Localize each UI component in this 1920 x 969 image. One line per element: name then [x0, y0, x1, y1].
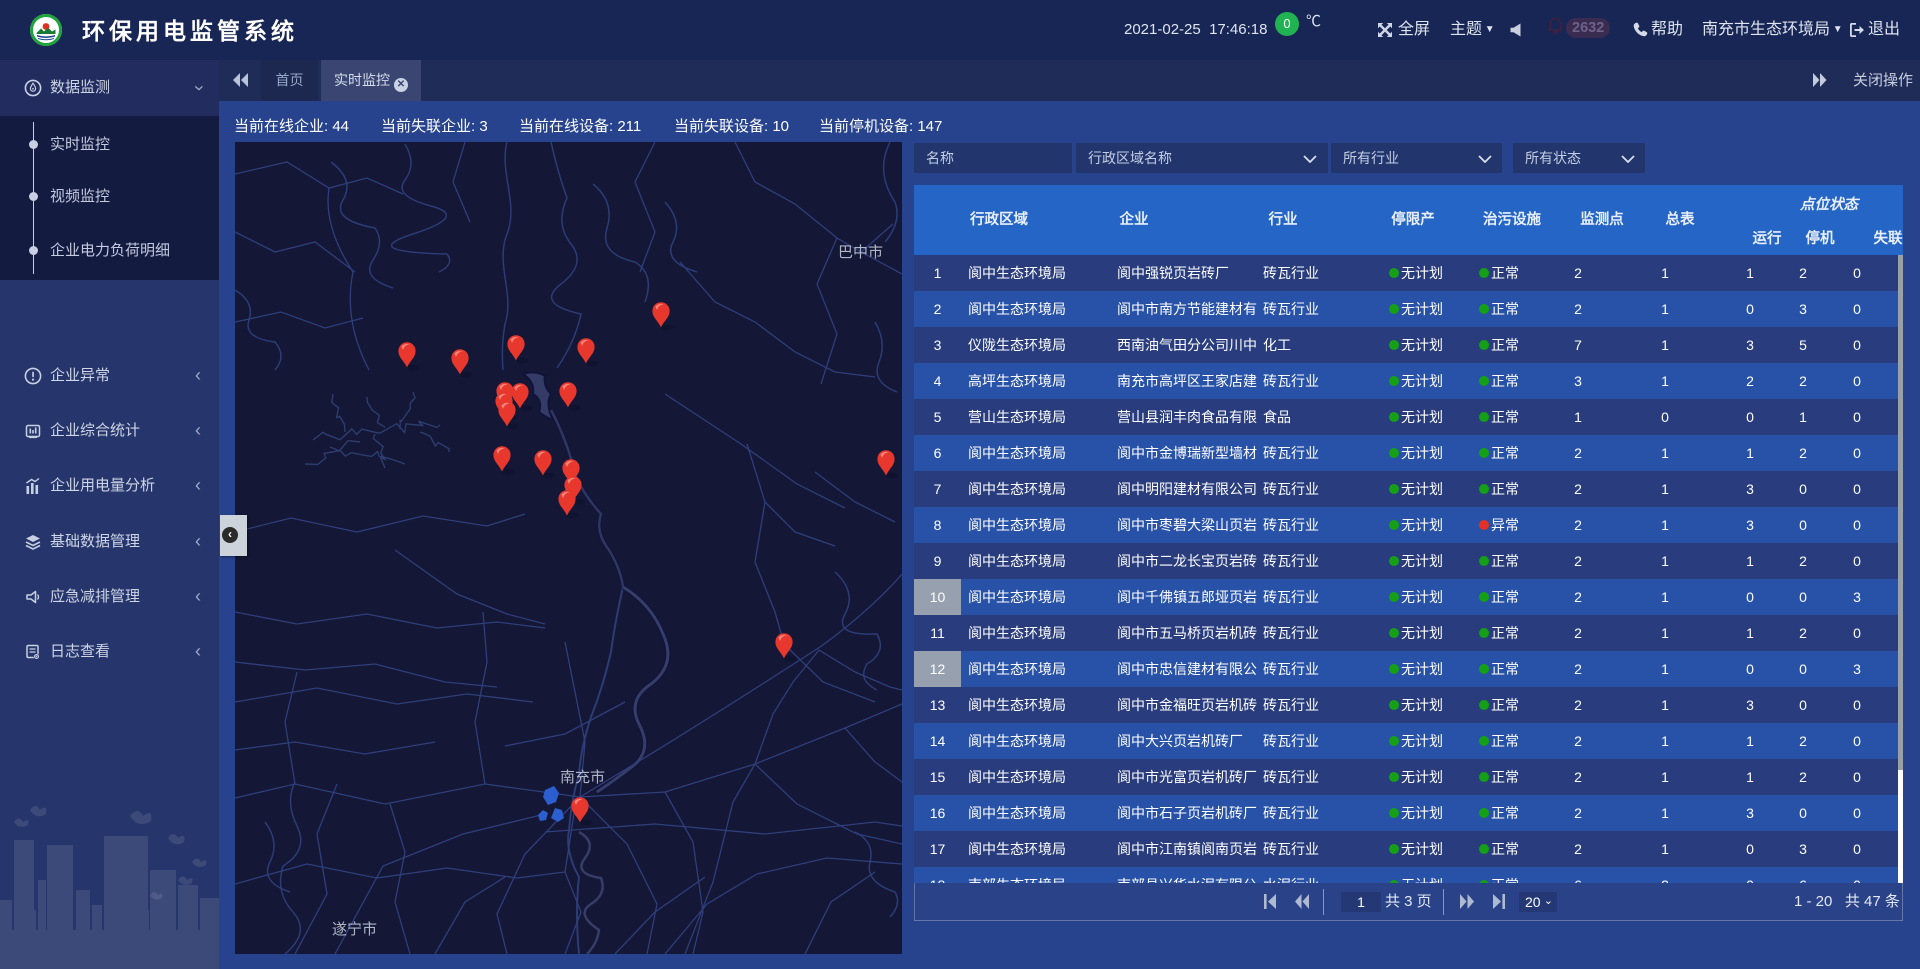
- svg-text:遂宁市: 遂宁市: [332, 921, 377, 938]
- svg-text:南充市: 南充市: [560, 769, 605, 786]
- svg-text:巴中市: 巴中市: [838, 244, 883, 261]
